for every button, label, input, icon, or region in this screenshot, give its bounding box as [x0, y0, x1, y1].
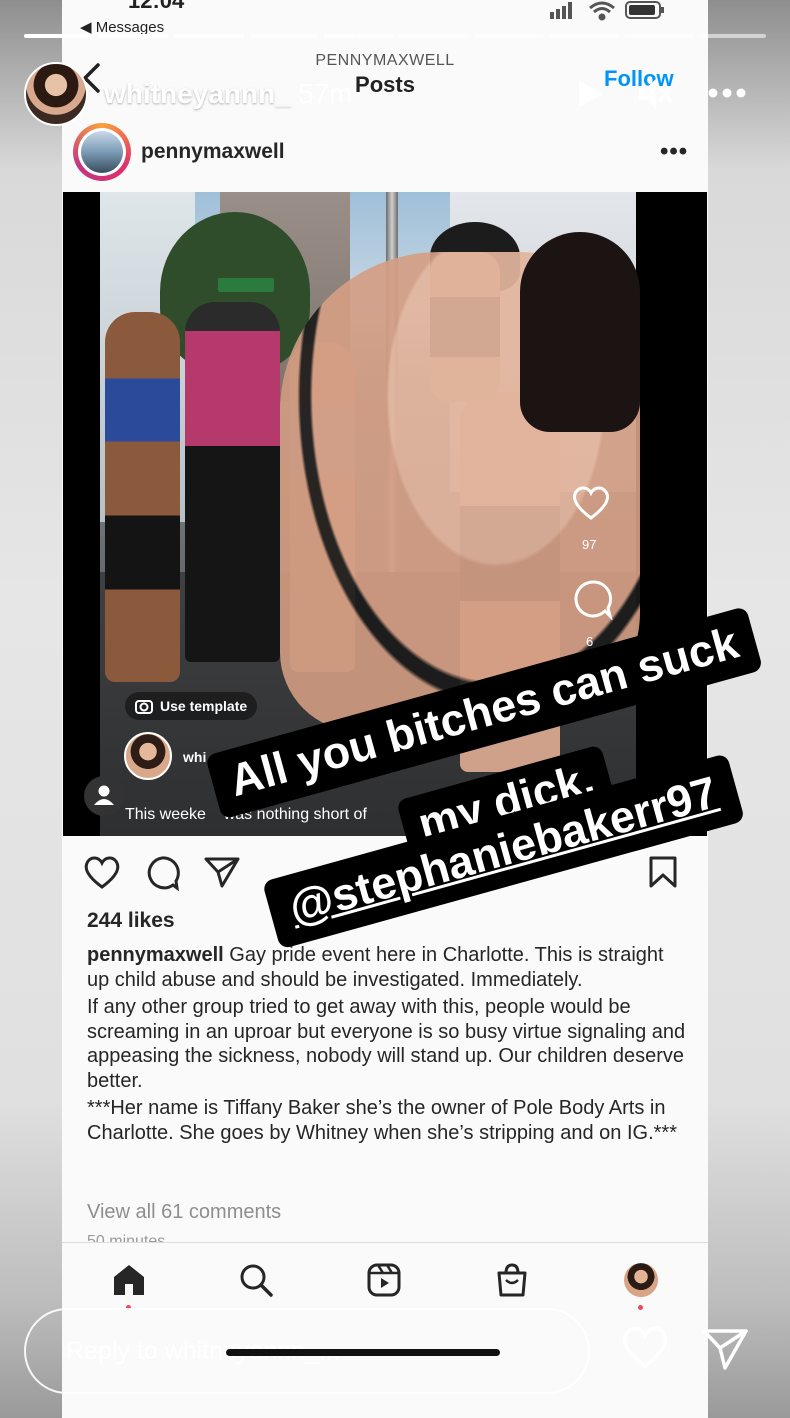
progress-segment [474, 34, 544, 38]
status-icons [550, 1, 664, 21]
notification-dot [638, 1305, 643, 1310]
progress-segment [24, 34, 94, 38]
search-icon [240, 1264, 273, 1297]
post-author-username: pennymaxwell [141, 140, 285, 163]
progress-segment [549, 34, 619, 38]
home-indicator [226, 1349, 500, 1356]
caption-paragraph-3: ***Her name is Tiffany Baker she’s the o… [87, 1097, 677, 1144]
reels-icon [367, 1263, 401, 1297]
reel-creator-name: whi [183, 749, 207, 765]
progress-segment [699, 34, 766, 38]
home-icon [114, 1265, 144, 1295]
tagged-people-icon [84, 776, 124, 816]
person-left [105, 312, 180, 682]
speaker-muted-icon[interactable] [636, 76, 674, 112]
reel-like-count: 97 [582, 537, 597, 552]
play-icon[interactable] [574, 78, 606, 110]
story-author-avatar[interactable] [24, 62, 88, 126]
progress-segment [624, 34, 694, 38]
person-shirt [185, 302, 280, 662]
battery-icon [625, 1, 664, 19]
use-template-button: Use template [125, 692, 257, 720]
comment-icon [147, 856, 180, 891]
reel-creator-avatar [124, 732, 172, 780]
caption-paragraph-1: pennymaxwell Gay pride event here in Cha… [87, 943, 687, 992]
reel-comment-count: 6 [586, 634, 594, 649]
heart-icon[interactable] [620, 1324, 670, 1370]
send-icon[interactable] [700, 1326, 750, 1372]
progress-segment [174, 34, 244, 38]
status-clock: 12:04 [128, 0, 185, 13]
progress-segment [399, 34, 469, 38]
profile-avatar [624, 1263, 658, 1297]
camera-icon [135, 700, 153, 714]
story-timestamp: 57m [298, 78, 353, 109]
story-author-username[interactable]: whitneyannn_ [104, 78, 291, 110]
post-caption: pennymaxwell Gay pride event here in Cha… [87, 943, 687, 1148]
signal-icon [550, 2, 572, 19]
progress-segment-current [324, 34, 354, 38]
view-all-comments-link: View all 61 comments [87, 1201, 282, 1223]
caption-paragraph-2: If any other group tried to get away wit… [87, 996, 686, 1092]
post-more-icon: ••• [660, 138, 689, 165]
progress-segment [249, 34, 319, 38]
wifi-icon [589, 1, 615, 21]
use-template-label: Use template [160, 698, 248, 714]
street-sign [218, 278, 274, 292]
heart-icon [84, 856, 120, 889]
bookmark-icon [649, 856, 677, 888]
reel-like-icon [572, 486, 610, 520]
progress-segment [354, 34, 394, 38]
like-count: 244 likes [87, 909, 175, 932]
caption-author: pennymaxwell [87, 944, 224, 966]
post-author-avatar [81, 131, 123, 173]
more-horizontal-icon[interactable] [708, 86, 746, 100]
tabbar-divider [62, 1242, 708, 1243]
reel-comment-icon [574, 580, 613, 620]
shop-icon [497, 1263, 527, 1297]
progress-segment [99, 34, 169, 38]
share-icon [204, 857, 240, 888]
woman-hair [520, 232, 640, 432]
